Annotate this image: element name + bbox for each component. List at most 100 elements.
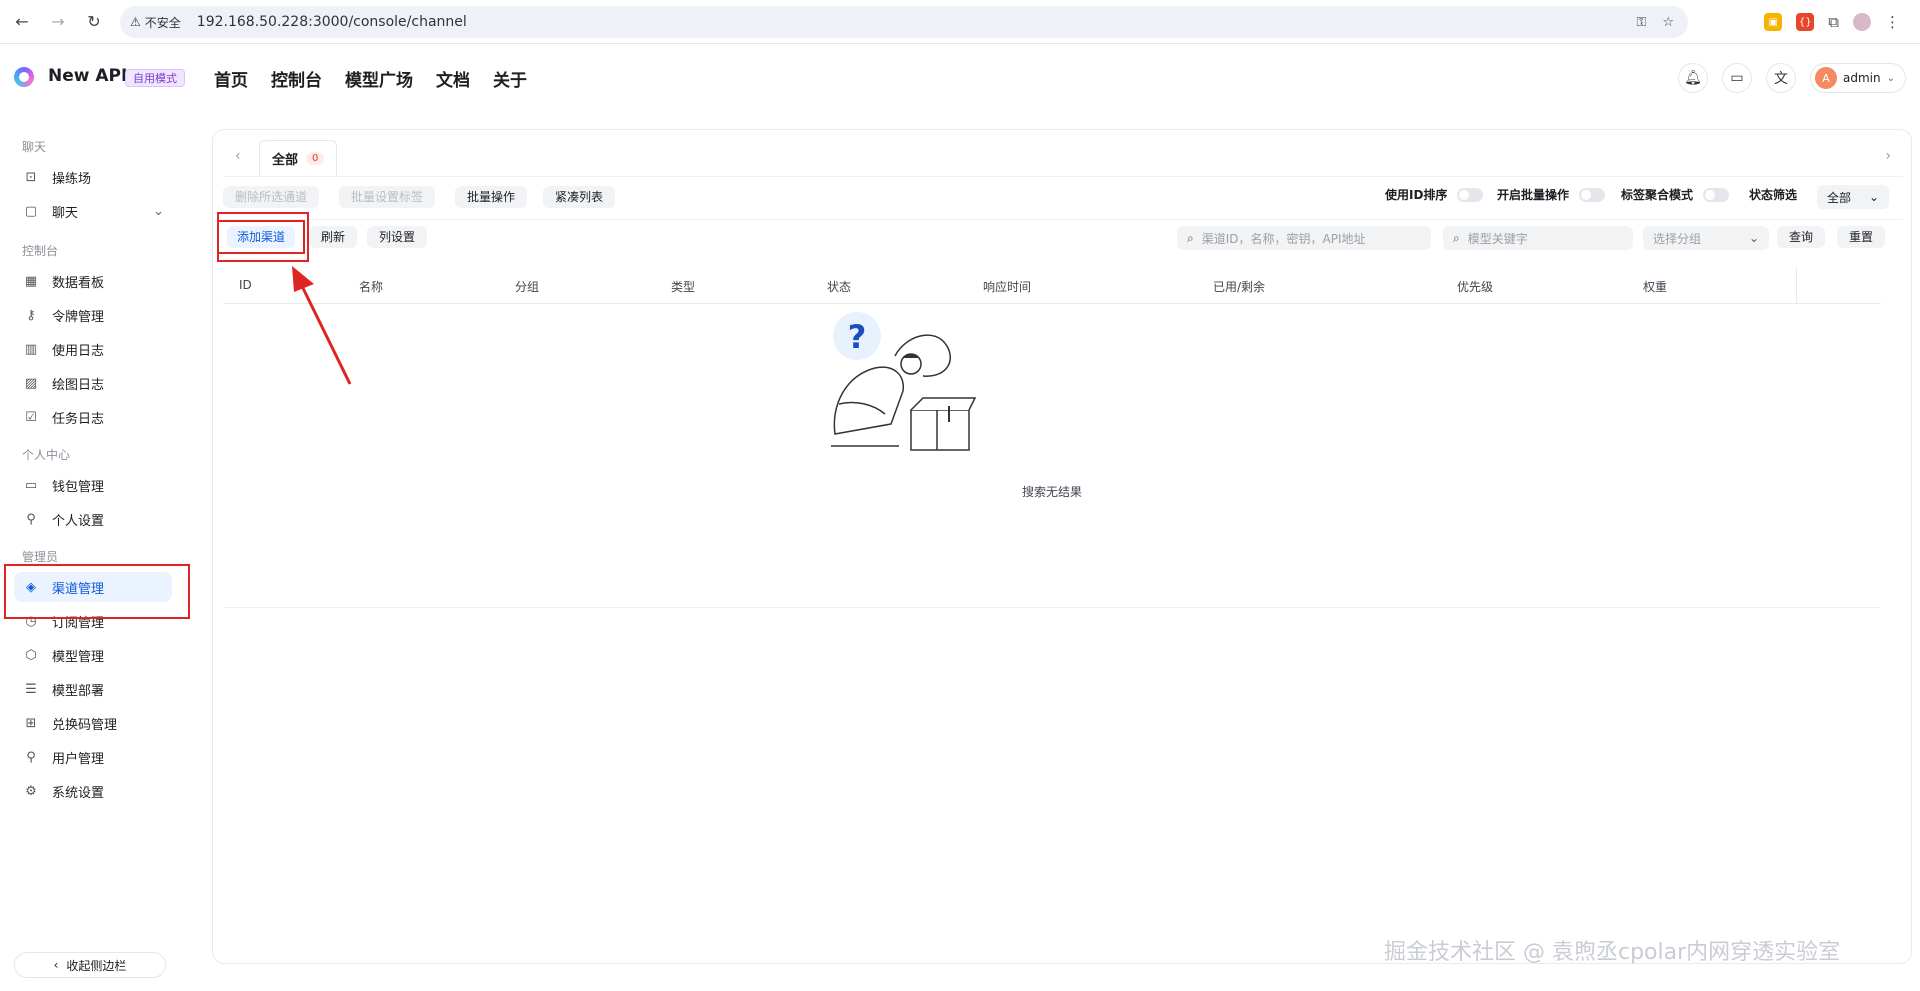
status-filter-select[interactable]: 全部 ⌄ — [1817, 185, 1889, 209]
puzzle-icon[interactable]: ⧉ — [1828, 13, 1839, 31]
reload-icon[interactable]: ↻ — [80, 8, 108, 36]
switch[interactable] — [1457, 187, 1484, 202]
column-priority[interactable]: 优先级 — [1457, 278, 1493, 295]
translate-icon[interactable]: 文 — [1766, 63, 1796, 93]
nav-docs[interactable]: 文档 — [436, 66, 470, 91]
switch[interactable] — [1579, 187, 1606, 202]
group-select[interactable]: 选择分组 ⌄ — [1643, 226, 1769, 250]
reset-button[interactable]: 重置 — [1837, 226, 1886, 248]
more-vert-icon[interactable]: ⋮ — [1885, 13, 1900, 31]
avatar: A — [1815, 67, 1837, 89]
extension-icon[interactable]: ▣ — [1764, 13, 1783, 31]
user-menu[interactable]: A admin ⌄ — [1810, 63, 1906, 93]
nav-about[interactable]: 关于 — [493, 66, 527, 91]
nav-console[interactable]: 控制台 — [271, 66, 322, 91]
sidebar-item-playground[interactable]: ⊡ 操练场 — [14, 162, 172, 192]
sidebar-item-models[interactable]: ⬡ 模型管理 — [14, 640, 172, 670]
logo-icon[interactable] — [14, 67, 34, 87]
table-header: ID 名称 分组 类型 状态 响应时间 已用/剩余 优先级 权重 — [223, 268, 1881, 304]
terminal-icon: ⊡ — [25, 169, 37, 185]
column-response-time[interactable]: 响应时间 — [983, 278, 1031, 295]
back-icon[interactable]: ← — [8, 8, 36, 36]
empty-text: 搜索无结果 — [1021, 485, 1082, 499]
url-text[interactable]: 192.168.50.228:3000/console/channel — [197, 14, 467, 30]
annotation-box-add-channel — [217, 212, 309, 262]
channel-search-input[interactable]: ⌕ 渠道ID，名称，密钥，API地址 — [1177, 226, 1431, 250]
browser-toolbar: ← → ↻ ⚠ 不安全 192.168.50.228:3000/console/… — [0, 0, 1920, 44]
column-used-remaining[interactable]: 已用/剩余 — [1213, 278, 1265, 295]
column-group[interactable]: 分组 — [515, 278, 539, 295]
delete-selected-button[interactable]: 删除所选通道 — [223, 186, 320, 208]
mode-badge: 自用模式 — [125, 69, 185, 87]
address-bar[interactable]: ⚠ 不安全 192.168.50.228:3000/console/channe… — [120, 6, 1688, 38]
sidebar-item-drawing-log[interactable]: ▨ 绘图日志 — [14, 368, 172, 398]
cube-icon: ⬡ — [25, 647, 37, 663]
batch-tag-button[interactable]: 批量设置标签 — [339, 186, 436, 208]
refresh-button[interactable]: 刷新 — [309, 226, 358, 248]
column-divider — [1796, 268, 1797, 304]
image-icon: ▨ — [24, 375, 38, 391]
profile-avatar-icon[interactable] — [1853, 13, 1871, 31]
chevron-left-icon[interactable]: ‹ — [235, 148, 241, 164]
forward-icon[interactable]: → — [44, 8, 72, 36]
monitor-icon[interactable]: ▭ — [1722, 63, 1752, 93]
enable-batch-toggle[interactable]: 开启批量操作 — [1497, 186, 1606, 203]
nav-model-square[interactable]: 模型广场 — [345, 66, 413, 91]
empty-illustration: ? — [831, 312, 977, 451]
column-weight[interactable]: 权重 — [1643, 278, 1667, 295]
sidebar-item-task-log[interactable]: ☑ 任务日志 — [14, 402, 172, 432]
column-type[interactable]: 类型 — [671, 278, 695, 295]
chevron-right-icon[interactable]: › — [1885, 148, 1891, 164]
sidebar-item-personal-settings[interactable]: ⚲ 个人设置 — [14, 504, 172, 534]
sidebar-item-wallet[interactable]: ▭ 钱包管理 — [14, 470, 172, 500]
tabs-row: ‹ 全部 0 › — [213, 140, 1911, 176]
model-keyword-input[interactable]: ⌕ 模型关键字 — [1443, 226, 1633, 250]
sidebar-item-usage-log[interactable]: ▥ 使用日志 — [14, 334, 172, 364]
sidebar-item-dashboard[interactable]: ▦ 数据看板 — [14, 266, 172, 296]
column-status[interactable]: 状态 — [827, 278, 851, 295]
brand-name[interactable]: New API — [48, 66, 127, 86]
extension-icon[interactable]: {} — [1796, 13, 1815, 31]
username: admin — [1843, 71, 1881, 85]
annotation-arrow-icon — [292, 266, 352, 385]
query-button[interactable]: 查询 — [1777, 226, 1826, 248]
sidebar-item-label: 系统设置 — [52, 785, 105, 801]
tab-all[interactable]: 全部 0 — [259, 140, 338, 176]
key-icon: ⚷ — [26, 307, 36, 323]
nav-home[interactable]: 首页 — [214, 66, 248, 91]
wallet-icon: ▭ — [24, 477, 38, 493]
batch-ops-button[interactable]: 批量操作 — [455, 186, 528, 208]
tag-aggregate-toggle[interactable]: 标签聚合模式 — [1621, 186, 1730, 203]
sidebar-item-system-settings[interactable]: ⚙ 系统设置 — [14, 776, 172, 806]
sidebar-item-tokens[interactable]: ⚷ 令牌管理 — [14, 300, 172, 330]
toolbar-actions: 添加渠道 刷新 列设置 ⌕ 渠道ID，名称，密钥，API地址 ⌕ 模型关键字 选… — [217, 220, 1903, 254]
bookmark-star-icon[interactable]: ☆ — [1662, 15, 1674, 30]
column-id[interactable]: ID — [239, 278, 252, 292]
watermark: 掘金技术社区 @ 袁煦丞cpolar内网穿透实验室 — [1384, 940, 1841, 965]
toggle-label: 标签聚合模式 — [1621, 188, 1694, 202]
sidebar-item-label: 数据看板 — [52, 275, 105, 291]
compact-list-button[interactable]: 紧凑列表 — [543, 186, 616, 208]
password-key-icon[interactable]: ⚿ — [1636, 15, 1646, 30]
chat-icon: ▢ — [24, 203, 38, 219]
column-settings-button[interactable]: 列设置 — [367, 226, 428, 248]
chevron-left-icon: ‹ — [53, 958, 59, 972]
bell-icon[interactable]: 🔔︎ — [1678, 63, 1708, 93]
switch[interactable] — [1703, 187, 1730, 202]
sidebar-group-console: 控制台 — [22, 244, 59, 258]
sidebar-item-label: 聊天 — [52, 205, 79, 221]
sidebar-item-redeem-codes[interactable]: ⊞ 兑换码管理 — [14, 708, 172, 738]
sidebar-group-personal: 个人中心 — [22, 448, 71, 462]
sidebar-item-users[interactable]: ⚲ 用户管理 — [14, 742, 172, 772]
annotation-box-sidebar — [4, 564, 190, 619]
status-filter-value: 全部 — [1827, 190, 1852, 205]
gift-icon: ⊞ — [25, 715, 37, 731]
chevron-down-icon[interactable]: ⌄ — [153, 204, 164, 219]
svg-text:?: ? — [848, 318, 867, 356]
sort-by-id-toggle[interactable]: 使用ID排序 — [1385, 186, 1484, 203]
collapse-sidebar-button[interactable]: ‹ 收起侧边栏 — [14, 952, 166, 978]
sidebar-item-chat[interactable]: ▢ 聊天 ⌄ — [14, 196, 172, 226]
status-filter: 状态筛选 — [1749, 186, 1797, 203]
sidebar-item-model-deploy[interactable]: ☰ 模型部署 — [14, 674, 172, 704]
security-indicator[interactable]: ⚠ 不安全 — [130, 14, 181, 31]
